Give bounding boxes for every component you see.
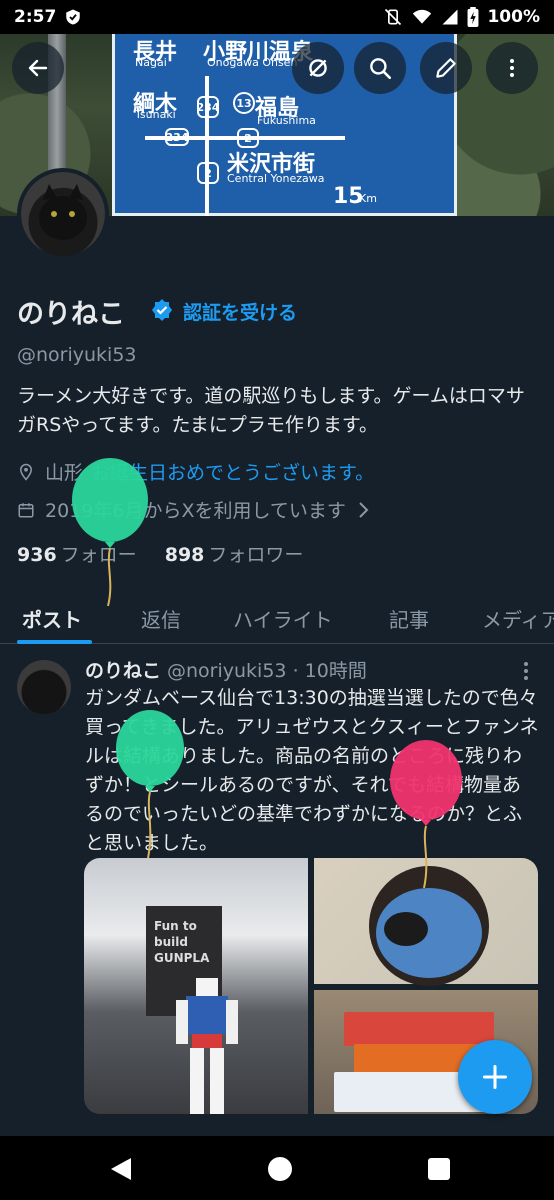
post-separator: · — [292, 660, 299, 682]
post-more-button[interactable] — [518, 660, 534, 686]
edit-icon — [436, 58, 456, 78]
gundam-statue — [176, 978, 238, 1114]
following-count: 936 — [17, 544, 57, 566]
edit-profile-button[interactable] — [420, 42, 472, 94]
tab-posts[interactable]: ポスト — [22, 604, 82, 633]
no-retweet-icon — [309, 59, 327, 77]
chevron-right-icon — [359, 501, 369, 518]
sign-yonezawa-en: Central Yonezawa — [227, 172, 325, 185]
system-nav-bar — [0, 1136, 554, 1200]
compose-post-button[interactable] — [458, 1040, 532, 1114]
followers-link[interactable]: 898 フォロワー — [165, 544, 304, 566]
search-button[interactable] — [354, 42, 406, 94]
green-balloon-icon — [72, 458, 148, 606]
post-header: のりねこ @noriyuki53 · 10時間 — [85, 656, 367, 683]
search-icon — [370, 58, 392, 80]
sign-distance-unit: Km — [359, 192, 377, 205]
cat-photo — [21, 172, 105, 256]
nav-back-button[interactable] — [108, 1156, 134, 1182]
shield-icon — [66, 9, 81, 25]
more-vertical-icon — [510, 59, 514, 77]
location-pin-icon — [19, 463, 33, 481]
nav-recents-icon — [428, 1158, 450, 1180]
followers-count: 898 — [164, 544, 205, 566]
pink-balloon-icon — [390, 740, 462, 888]
route-234-top: 234 — [197, 96, 219, 118]
vibrate-off-icon — [385, 8, 402, 26]
verified-badge — [150, 298, 174, 326]
sign-nagai-en: Nagai — [135, 56, 167, 69]
sign-onogawa-en: Onogawa Onsen — [207, 56, 298, 69]
post-author[interactable]: のりねこ — [85, 660, 161, 682]
battery-percent: 100% — [487, 7, 540, 27]
nav-recents-button[interactable] — [426, 1156, 452, 1182]
box-red — [344, 1012, 494, 1046]
media-photo-gunpla-store[interactable]: Fun to build GUNPLA — [84, 858, 308, 1114]
get-verified-link[interactable]: 認証を受ける — [183, 298, 297, 325]
profile-handle: @noriyuki53 — [17, 344, 137, 366]
wifi-icon — [413, 9, 432, 24]
route-234-left: 234 — [165, 128, 189, 146]
verified-badge-icon — [152, 299, 172, 321]
sign-fukushima-en: Fukushima — [257, 114, 316, 127]
calendar-icon — [18, 502, 34, 517]
more-vertical-icon — [524, 662, 528, 680]
tab-media[interactable]: メディア — [482, 604, 554, 633]
post-avatar[interactable] — [17, 660, 71, 714]
status-time: 2:57 — [14, 7, 57, 27]
cell-signal-icon — [442, 9, 458, 25]
route-2-bottom: 2 — [197, 162, 219, 184]
profile-name: のりねこ — [17, 299, 125, 330]
followers-label: フォロワー — [208, 544, 304, 566]
tab-active-indicator — [17, 640, 92, 644]
sign-tsunaki-en: Tsunaki — [135, 108, 176, 121]
cat-face-icon — [39, 184, 87, 240]
route-2-right: 2 — [237, 128, 259, 148]
plus-icon — [482, 1064, 508, 1090]
battery-icon — [468, 7, 479, 27]
nav-home-button[interactable] — [267, 1156, 293, 1182]
back-button[interactable] — [12, 42, 64, 94]
follow-stats: 936 フォロー 898 フォロワー — [17, 540, 303, 567]
mask-eyepatch — [384, 912, 428, 946]
status-bar: 2:57 100% — [0, 0, 554, 34]
back-arrow-icon — [28, 59, 48, 77]
tab-articles[interactable]: 記事 — [389, 604, 429, 633]
post-handle: @noriyuki53 — [167, 660, 287, 682]
tab-highlights[interactable]: ハイライト — [233, 604, 333, 633]
green-balloon-small-icon — [116, 710, 184, 858]
tab-replies[interactable]: 返信 — [141, 604, 181, 633]
post-time: 10時間 — [304, 660, 367, 682]
mute-retweets-button[interactable] — [292, 42, 344, 94]
profile-bio: ラーメン大好きです。道の駅巡りもします。ゲームはロマサガRSやってます。たまにプ… — [17, 385, 525, 436]
route-13: 13 — [233, 92, 255, 114]
more-options-button[interactable] — [486, 42, 538, 94]
nav-home-icon — [268, 1157, 292, 1181]
nav-back-icon — [111, 1158, 131, 1180]
profile-avatar[interactable] — [17, 168, 109, 260]
